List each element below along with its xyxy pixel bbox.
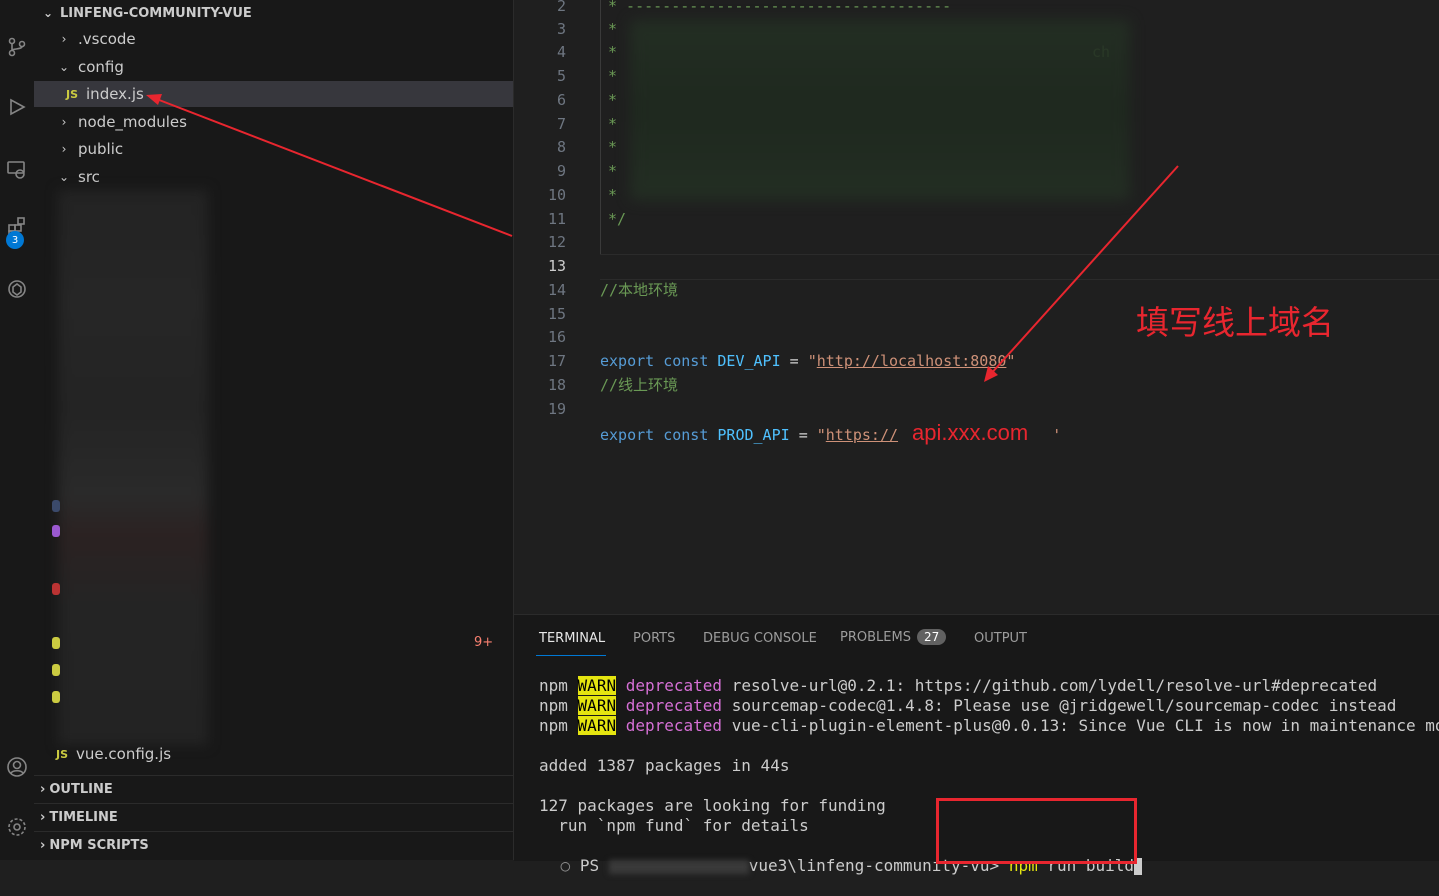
tree-item-vscode[interactable]: › .vscode xyxy=(34,26,513,52)
chevron-right-icon: › xyxy=(40,838,46,853)
chevron-right-icon: › xyxy=(61,142,67,156)
section-label: NPM SCRIPTS xyxy=(49,838,149,853)
terminal-line: npm WARN deprecated sourcemap-codec@1.4.… xyxy=(539,696,1397,715)
terminal-line: run `npm fund` for details xyxy=(539,816,809,835)
tree-item-label: config xyxy=(78,58,124,76)
blurred-path xyxy=(608,859,749,874)
problems-count-badge: 27 xyxy=(916,629,947,645)
file-icon xyxy=(52,500,60,512)
npm-scripts-section[interactable]: › NPM SCRIPTS xyxy=(34,831,513,859)
annotation-text: 填写线上域名 xyxy=(1136,303,1334,342)
timeline-section[interactable]: › TIMELINE xyxy=(34,803,513,831)
source-control-icon[interactable] xyxy=(0,30,34,64)
ai-chat-icon[interactable] xyxy=(0,272,34,306)
account-icon[interactable] xyxy=(0,750,34,784)
chevron-down-icon: ⌄ xyxy=(42,6,54,20)
terminal-line: added 1387 packages in 44s xyxy=(539,756,790,775)
file-icon xyxy=(52,691,60,703)
code-editor[interactable]: 2 * ------------------------------------ … xyxy=(514,0,1439,614)
tree-item-label: index.js xyxy=(86,85,144,103)
tab-problems[interactable]: PROBLEMS 27 xyxy=(840,629,947,645)
chevron-right-icon: › xyxy=(61,115,67,129)
tree-item-label: src xyxy=(78,168,100,186)
file-icon xyxy=(52,583,60,595)
tab-debug-console[interactable]: DEBUG CONSOLE xyxy=(703,631,817,646)
terminal-line: npm WARN deprecated resolve-url@0.2.1: h… xyxy=(539,676,1378,695)
extensions-badge: 3 xyxy=(6,231,24,249)
section-label: TIMELINE xyxy=(49,810,118,825)
chevron-right-icon: › xyxy=(40,782,46,797)
explorer-root[interactable]: ⌄ LINFENG-COMMUNITY-VUE xyxy=(34,0,513,26)
file-icon xyxy=(52,664,60,676)
tab-problems-label: PROBLEMS xyxy=(840,630,911,645)
file-annotation-arrow xyxy=(146,94,513,237)
tree-item-vue-config[interactable]: JS vue.config.js xyxy=(34,741,513,767)
run-debug-icon[interactable] xyxy=(0,90,34,124)
js-file-icon: JS xyxy=(56,747,69,761)
prompt-dot-icon: ○ xyxy=(560,856,571,875)
terminal-line: npm WARN deprecated vue-cli-plugin-eleme… xyxy=(539,716,1439,735)
blurred-file-list xyxy=(58,190,208,745)
file-icon xyxy=(52,525,60,537)
settings-gear-icon[interactable] xyxy=(0,810,34,844)
tree-item-label: .vscode xyxy=(78,30,136,48)
chevron-right-icon: › xyxy=(61,32,67,46)
outline-section[interactable]: › OUTLINE xyxy=(34,775,513,803)
active-tab-indicator xyxy=(536,655,606,656)
js-file-icon: JS xyxy=(66,87,79,101)
terminal-line: 127 packages are looking for funding xyxy=(539,796,886,815)
highlight-box xyxy=(936,798,1137,864)
problem-count: 9+ xyxy=(474,635,494,650)
chevron-down-icon: ⌄ xyxy=(58,170,70,184)
explorer-root-label: LINFENG-COMMUNITY-VUE xyxy=(60,5,252,21)
tab-terminal[interactable]: TERMINAL xyxy=(539,631,605,646)
tree-item-label: public xyxy=(78,140,124,158)
file-icon xyxy=(52,637,60,649)
activity-bar: 3 xyxy=(0,0,34,860)
remote-explorer-icon[interactable] xyxy=(0,152,34,186)
tab-output[interactable]: OUTPUT xyxy=(974,631,1027,646)
tab-ports[interactable]: PORTS xyxy=(633,631,675,646)
tree-item-label: vue.config.js xyxy=(76,745,172,763)
chevron-right-icon: › xyxy=(40,810,46,825)
chevron-down-icon: ⌄ xyxy=(58,60,70,74)
tree-item-config[interactable]: ⌄ config xyxy=(34,54,513,80)
section-label: OUTLINE xyxy=(49,782,113,797)
